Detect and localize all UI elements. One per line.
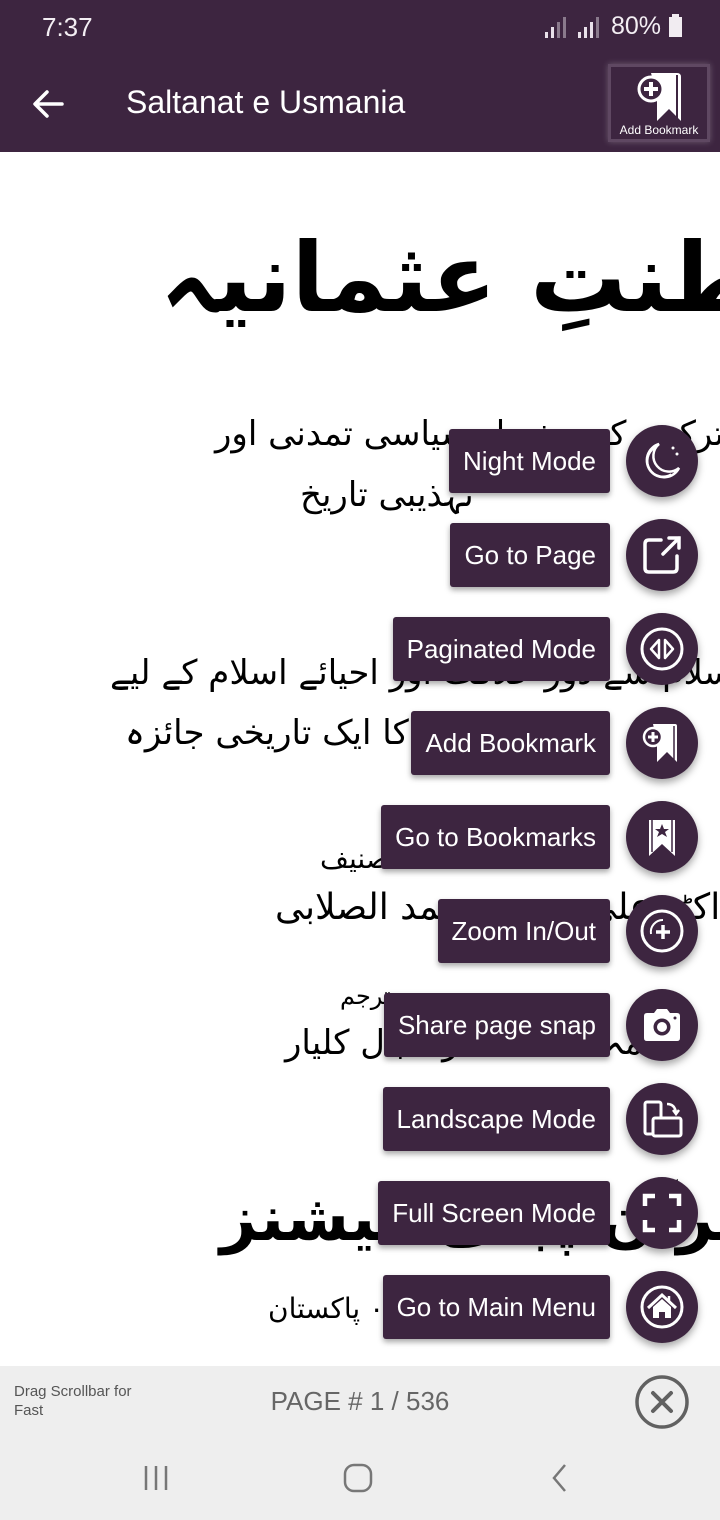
fab-label[interactable]: Go to Bookmarks [381, 805, 610, 869]
night-mode-button[interactable] [626, 425, 698, 497]
bookmark-add-icon [642, 724, 677, 762]
close-menu-button[interactable] [634, 1374, 690, 1430]
fab-label[interactable]: Share page snap [383, 993, 610, 1057]
add-bookmark-button[interactable] [626, 707, 698, 779]
app-bar: Saltanat e Usmania Add Bookmark [0, 56, 720, 152]
bookmark-star-icon [649, 820, 675, 856]
add-bookmark-top-label: Add Bookmark [619, 123, 699, 137]
fab-label[interactable]: Add Bookmark [411, 711, 610, 775]
fab-label[interactable]: Landscape Mode [382, 1087, 610, 1151]
home-circle-icon [343, 1463, 373, 1493]
fab-label[interactable]: Paginated Mode [392, 617, 610, 681]
fab-label[interactable]: Go to Page [450, 523, 610, 587]
go-to-main-menu-button[interactable] [626, 1271, 698, 1343]
home-nav-button[interactable] [336, 1456, 380, 1500]
fab-label[interactable]: Go to Main Menu [382, 1275, 610, 1339]
bookmark-add-icon [637, 73, 681, 121]
battery-icon [669, 13, 682, 37]
page-title: Saltanat e Usmania [126, 84, 406, 120]
recent-apps-icon [144, 1466, 168, 1490]
page-indicator: PAGE # 1 / 536 [270, 1386, 450, 1416]
battery-percent: 80% [610, 12, 661, 40]
chevron-left-icon [552, 1464, 566, 1492]
signal-icon [544, 16, 566, 38]
go-to-bookmarks-button[interactable] [626, 801, 698, 873]
book-title-urdu: سلطنتِ عثمانیہ [160, 222, 720, 334]
back-button[interactable] [28, 84, 68, 124]
signal-icon [577, 16, 599, 38]
status-icons: 80% [544, 12, 682, 41]
landscape-mode-button[interactable] [626, 1083, 698, 1155]
recent-apps-button[interactable] [134, 1456, 178, 1500]
zoom-icon [640, 909, 684, 953]
back-nav-button[interactable] [538, 1456, 582, 1500]
moon-icon [645, 442, 681, 479]
pdf-page-view[interactable]: سلطنتِ عثمانیہ ترکوں کی مفصل سیاسی تمدنی… [0, 152, 720, 1366]
arrow-left-icon [33, 90, 64, 118]
fab-label[interactable]: Night Mode [449, 429, 610, 493]
paginated-mode-button[interactable] [626, 613, 698, 685]
close-circle-icon [635, 1375, 689, 1429]
share-page-snap-button[interactable] [626, 989, 698, 1061]
add-bookmark-top-button[interactable]: Add Bookmark [608, 64, 710, 142]
fab-label[interactable]: Zoom In/Out [437, 899, 610, 963]
rotate-screen-icon [643, 1100, 683, 1138]
camera-icon [644, 1009, 680, 1041]
status-time: 7:37 [42, 12, 93, 42]
open-external-icon [643, 536, 681, 574]
fullscreen-icon [642, 1193, 682, 1233]
system-nav-bar [0, 1436, 720, 1520]
fab-label[interactable]: Full Screen Mode [378, 1181, 610, 1245]
home-icon [640, 1285, 684, 1329]
zoom-button[interactable] [626, 895, 698, 967]
page-bottom-bar: Drag Scrollbar for Fast PAGE # 1 / 536 [0, 1366, 720, 1436]
go-to-page-button[interactable] [626, 519, 698, 591]
status-bar: 7:37 80% [0, 0, 720, 56]
full-screen-mode-button[interactable] [626, 1177, 698, 1249]
paginate-arrows-icon [640, 627, 684, 671]
book-subtitle-line2: تہذیبی تاریخ [300, 475, 474, 515]
